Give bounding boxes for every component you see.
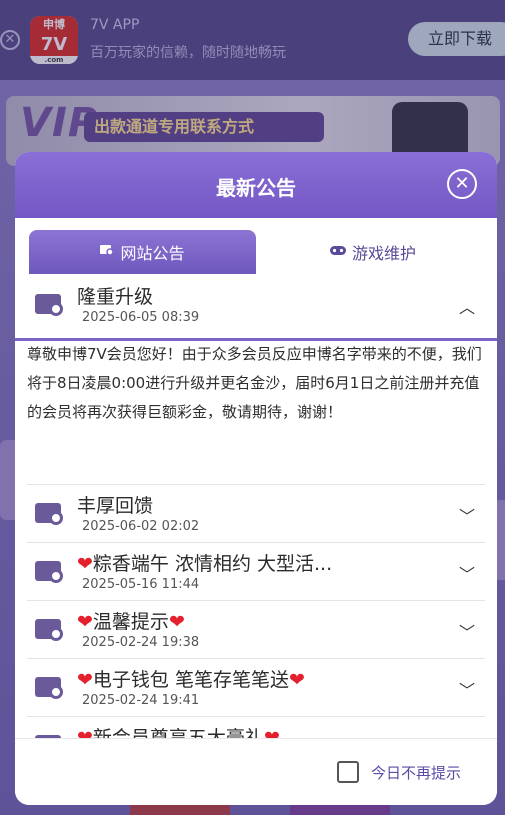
chevron-down-icon[interactable]: ﹀ (459, 561, 475, 585)
item-title: ❤电子钱包 笔笔存笔笔送❤ (77, 669, 305, 691)
item-date: 2025-02-24 19:41 (82, 693, 200, 708)
chevron-down-icon[interactable]: ﹀ (459, 677, 475, 701)
tab-game-maintenance[interactable]: 游戏维护 (263, 230, 483, 274)
tab-bar: 网站公告 游戏维护 (15, 218, 497, 341)
chevron-down-icon[interactable]: ﹀ (459, 619, 475, 643)
item-title: ❤温馨提示❤ (77, 611, 185, 633)
item-title: ❤粽香端午 浓情相约 大型活... (77, 553, 333, 575)
gamepad-icon (329, 245, 346, 260)
announcement-icon (35, 290, 65, 318)
close-icon[interactable]: ✕ (447, 169, 477, 199)
list-item[interactable]: ❤电子钱包 笔笔存笔笔送❤ 2025-02-24 19:41 ﹀ (27, 659, 485, 717)
announcement-modal: 最新公告 ✕ 网站公告 游戏维护 隆重升级 2025-06-05 08:39 ︿… (15, 152, 497, 805)
modal-footer: 今日不再提示 (15, 738, 497, 805)
item-date: 2025-05-16 11:44 (82, 577, 200, 592)
heart-icon: ❤ (77, 669, 93, 691)
tab-label: 游戏维护 (351, 244, 416, 263)
chevron-down-icon[interactable]: ﹀ (459, 503, 475, 527)
item-date: 2025-06-02 02:02 (82, 519, 200, 534)
heart-icon: ❤ (168, 611, 185, 633)
chevron-up-icon[interactable]: ︿ (459, 294, 475, 318)
item-body: 尊敬申博7V会员您好！由于众多会员反应申博名字带来的不便，我们将于8日凌晨0:0… (27, 345, 482, 421)
item-date: 2025-06-05 08:39 (82, 310, 200, 325)
list-item[interactable]: ❤粽香端午 浓情相约 大型活... 2025-05-16 11:44 ﹀ (27, 543, 485, 601)
announcement-icon (35, 499, 65, 527)
dont-show-today-checkbox[interactable] (337, 761, 359, 783)
announcement-icon (35, 615, 65, 643)
list-item[interactable]: 丰厚回馈 2025-06-02 02:02 ﹀ (27, 485, 485, 543)
modal-title: 最新公告 (216, 176, 296, 200)
announcement-list: 隆重升级 2025-06-05 08:39 ︿ 尊敬申博7V会员您好！由于众多会… (15, 276, 497, 738)
item-title: ❤新会员尊享五大豪礼❤ (77, 723, 280, 738)
heart-icon: ❤ (77, 727, 93, 738)
heart-icon: ❤ (263, 727, 280, 738)
item-title: 丰厚回馈 (77, 495, 154, 517)
heart-icon: ❤ (77, 611, 93, 633)
item-date: 2025-02-24 19:38 (82, 635, 200, 650)
tab-label: 网站公告 (120, 244, 185, 263)
modal-header: 最新公告 ✕ (15, 152, 497, 218)
announcement-icon (100, 244, 115, 260)
heart-icon: ❤ (288, 669, 305, 691)
dont-show-today-label[interactable]: 今日不再提示 (371, 762, 461, 783)
announcement-icon (35, 673, 65, 701)
list-item[interactable]: 隆重升级 2025-06-05 08:39 ︿ 尊敬申博7V会员您好！由于众多会… (27, 276, 485, 485)
list-item[interactable]: ❤新会员尊享五大豪礼❤ (27, 717, 485, 738)
tab-site-announcements[interactable]: 网站公告 (29, 230, 256, 274)
item-title: 隆重升级 (77, 286, 154, 308)
heart-icon: ❤ (77, 553, 93, 575)
announcement-icon (35, 731, 65, 738)
list-item[interactable]: ❤温馨提示❤ 2025-02-24 19:38 ﹀ (27, 601, 485, 659)
announcement-icon (35, 557, 65, 585)
